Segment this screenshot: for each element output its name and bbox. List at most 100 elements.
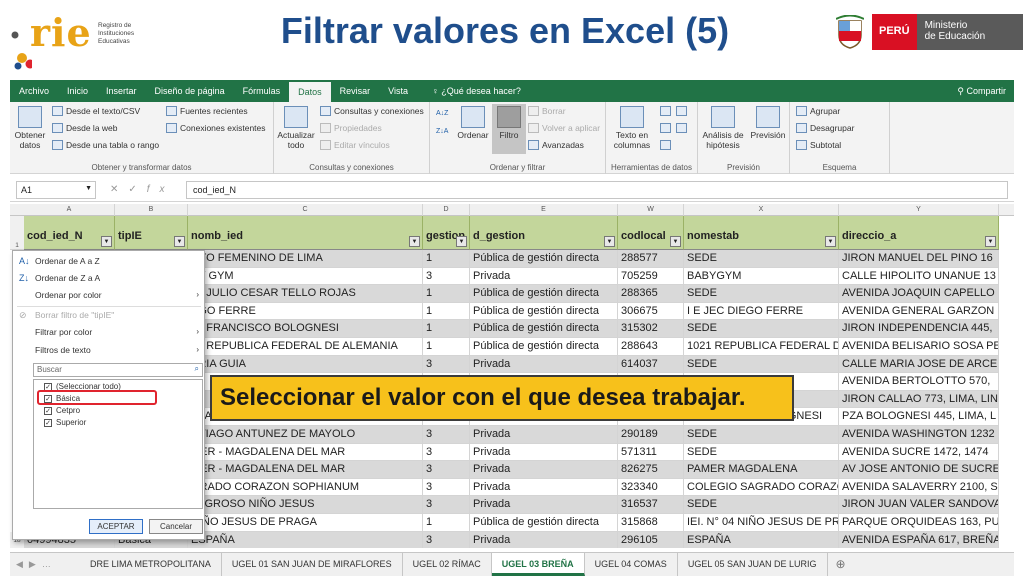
table-cell[interactable]: Privada xyxy=(470,426,618,444)
table-cell[interactable]: BABYGYM xyxy=(684,267,839,286)
filter-color-item[interactable]: Filtrar por color › xyxy=(17,324,201,340)
table-cell[interactable]: Pública de gestión directa xyxy=(470,285,618,303)
table-cell[interactable]: SEDE xyxy=(684,496,839,514)
sort-desc-item[interactable]: Z↓ Ordenar de Z a A xyxy=(17,270,201,286)
filter-dropdown-icon[interactable]: ▼ xyxy=(670,236,681,247)
table-cell[interactable]: MER - MAGDALENA DEL MAR xyxy=(188,443,423,462)
table-cell[interactable]: SEDE xyxy=(684,250,839,268)
table-cell[interactable]: 323340 xyxy=(618,478,684,497)
tab-insertar[interactable]: Insertar xyxy=(97,80,146,102)
table-cell[interactable]: JIRON JUAN VALER SANDOVA xyxy=(839,496,999,514)
table-cell[interactable]: 296105 xyxy=(618,531,684,548)
table-cell[interactable]: EGO FERRE xyxy=(188,302,423,321)
table-cell[interactable]: Privada xyxy=(470,478,618,497)
propiedades-button[interactable]: Propiedades xyxy=(320,123,382,133)
consultas-conexiones-button[interactable]: Consultas y conexiones xyxy=(320,106,424,116)
table-cell[interactable]: 705259 xyxy=(618,267,684,286)
table-cell[interactable]: BY GYM xyxy=(188,267,423,286)
sheet-tab-ugel02[interactable]: UGEL 02 RÍMAC xyxy=(403,553,492,576)
desagrupar-button[interactable]: Desagrupar xyxy=(796,123,854,133)
table-cell[interactable]: 3 xyxy=(423,461,470,479)
table-cell[interactable]: 1 xyxy=(423,338,470,356)
table-cell[interactable]: 3 xyxy=(423,496,470,514)
header-cell[interactable]: cod_ied_N ▼ xyxy=(24,216,115,250)
table-cell[interactable]: 315868 xyxy=(618,514,684,532)
column-letter[interactable]: A xyxy=(24,204,115,216)
checkbox[interactable]: ✓ xyxy=(44,419,52,427)
table-cell[interactable]: 288365 xyxy=(618,285,684,303)
filter-dropdown-icon[interactable]: ▼ xyxy=(456,236,467,247)
table-cell[interactable]: AVENIDA JOAQUIN CAPELLO xyxy=(839,285,999,303)
table-cell[interactable]: 3 xyxy=(423,531,470,548)
table-cell[interactable]: CALLE HIPOLITO UNANUE 13 xyxy=(839,267,999,286)
checkbox[interactable]: ✓ xyxy=(44,407,52,415)
sheet-tab-ugel01[interactable]: UGEL 01 SAN JUAN DE MIRAFLORES xyxy=(222,553,403,576)
prevision-button[interactable]: Previsión xyxy=(748,106,788,140)
column-letter[interactable]: X xyxy=(684,204,839,216)
filter-dropdown-icon[interactable]: ▼ xyxy=(174,236,185,247)
agrupar-button[interactable]: Agrupar xyxy=(796,106,840,116)
column-letter[interactable]: B xyxy=(115,204,188,216)
borrar-filtro-button[interactable]: Borrar xyxy=(528,106,566,116)
table-cell[interactable]: 315302 xyxy=(618,320,684,338)
fuentes-recientes-button[interactable]: Fuentes recientes xyxy=(166,106,248,116)
table-cell[interactable]: CALLE MARIA JOSE DE ARCE xyxy=(839,355,999,374)
tab-diseno-pagina[interactable]: Diseño de página xyxy=(146,80,234,102)
add-sheet-icon[interactable]: ⊕ xyxy=(828,553,854,576)
table-cell[interactable]: 290189 xyxy=(618,426,684,444)
table-cell[interactable]: ESPAÑA xyxy=(684,531,839,548)
table-cell[interactable]: 38 FRANCISCO BOLOGNESI xyxy=(188,320,423,338)
ordenar-button[interactable]: Ordenar xyxy=(456,106,490,140)
table-cell[interactable]: COLEGIO SAGRADO CORAZÓ xyxy=(684,478,839,497)
table-cell[interactable]: MER - MAGDALENA DEL MAR xyxy=(188,461,423,479)
table-cell[interactable]: 571311 xyxy=(618,443,684,462)
consolidate-icon[interactable] xyxy=(676,106,690,116)
table-cell[interactable]: Pública de gestión directa xyxy=(470,320,618,338)
text-filters-item[interactable]: Filtros de texto › xyxy=(17,342,201,358)
table-cell[interactable]: SEDE xyxy=(684,320,839,338)
share-button[interactable]: ⚲ Compartir xyxy=(948,80,1014,102)
row-number[interactable]: 1 xyxy=(10,216,24,250)
table-cell[interactable]: GRADO CORAZON SOPHIANUM xyxy=(188,478,423,497)
table-cell[interactable]: I E JEC DIEGO FERRE xyxy=(684,302,839,321)
table-cell[interactable]: ARIA GUIA xyxy=(188,355,423,374)
table-cell[interactable]: Pública de gestión directa xyxy=(470,338,618,356)
filter-dropdown-icon[interactable]: ▼ xyxy=(604,236,615,247)
table-cell[interactable]: Pública de gestión directa xyxy=(470,250,618,268)
flash-fill-icon[interactable] xyxy=(660,106,674,116)
insert-function-icon[interactable]: fx xyxy=(147,184,175,195)
header-cell[interactable]: tipIE ▼ xyxy=(115,216,188,250)
texto-columnas-button[interactable]: Texto en columnas xyxy=(610,106,654,150)
table-cell[interactable]: 288643 xyxy=(618,338,684,356)
table-cell[interactable]: 1 xyxy=(423,250,470,268)
table-cell[interactable]: 316537 xyxy=(618,496,684,514)
avanzadas-button[interactable]: Avanzadas xyxy=(528,140,584,150)
tab-vista[interactable]: Vista xyxy=(379,80,417,102)
filtro-button[interactable]: Filtro xyxy=(492,104,526,154)
tab-revisar[interactable]: Revisar xyxy=(331,80,380,102)
accept-button[interactable]: ACEPTAR xyxy=(89,519,143,534)
table-cell[interactable]: 3 xyxy=(423,426,470,444)
filter-dropdown-icon[interactable]: ▼ xyxy=(985,236,996,247)
table-cell[interactable]: 3 xyxy=(423,267,470,286)
table-cell[interactable]: 306675 xyxy=(618,302,684,321)
table-cell[interactable]: AVENIDA GENERAL GARZON xyxy=(839,302,999,321)
enter-icon[interactable]: ✓ xyxy=(128,184,146,195)
table-cell[interactable]: OTO FEMENINO DE LIMA xyxy=(188,250,423,268)
tell-me-search[interactable]: ♀ ¿Qué desea hacer? xyxy=(423,80,530,102)
table-cell[interactable]: Privada xyxy=(470,531,618,548)
table-cell[interactable]: 1 xyxy=(423,320,470,338)
table-cell[interactable]: 3 xyxy=(423,478,470,497)
desde-tabla-button[interactable]: Desde una tabla o rango xyxy=(52,140,159,150)
filter-dropdown-icon[interactable]: ▼ xyxy=(101,236,112,247)
table-cell[interactable]: JIRON MANUEL DEL PINO 16 xyxy=(839,250,999,268)
table-cell[interactable]: PAMER MAGDALENA xyxy=(684,461,839,479)
cancel-button[interactable]: Cancelar xyxy=(149,519,203,534)
table-cell[interactable]: 288577 xyxy=(618,250,684,268)
desde-web-button[interactable]: Desde la web xyxy=(52,123,118,133)
header-cell[interactable]: direccio_a ▼ xyxy=(839,216,999,250)
table-cell[interactable]: AVENIDA SALAVERRY 2100, S xyxy=(839,478,999,497)
remove-duplicates-icon[interactable] xyxy=(660,123,674,133)
table-cell[interactable]: LAGROSO NIÑO JESUS xyxy=(188,496,423,514)
header-cell[interactable]: d_gestion ▼ xyxy=(470,216,618,250)
